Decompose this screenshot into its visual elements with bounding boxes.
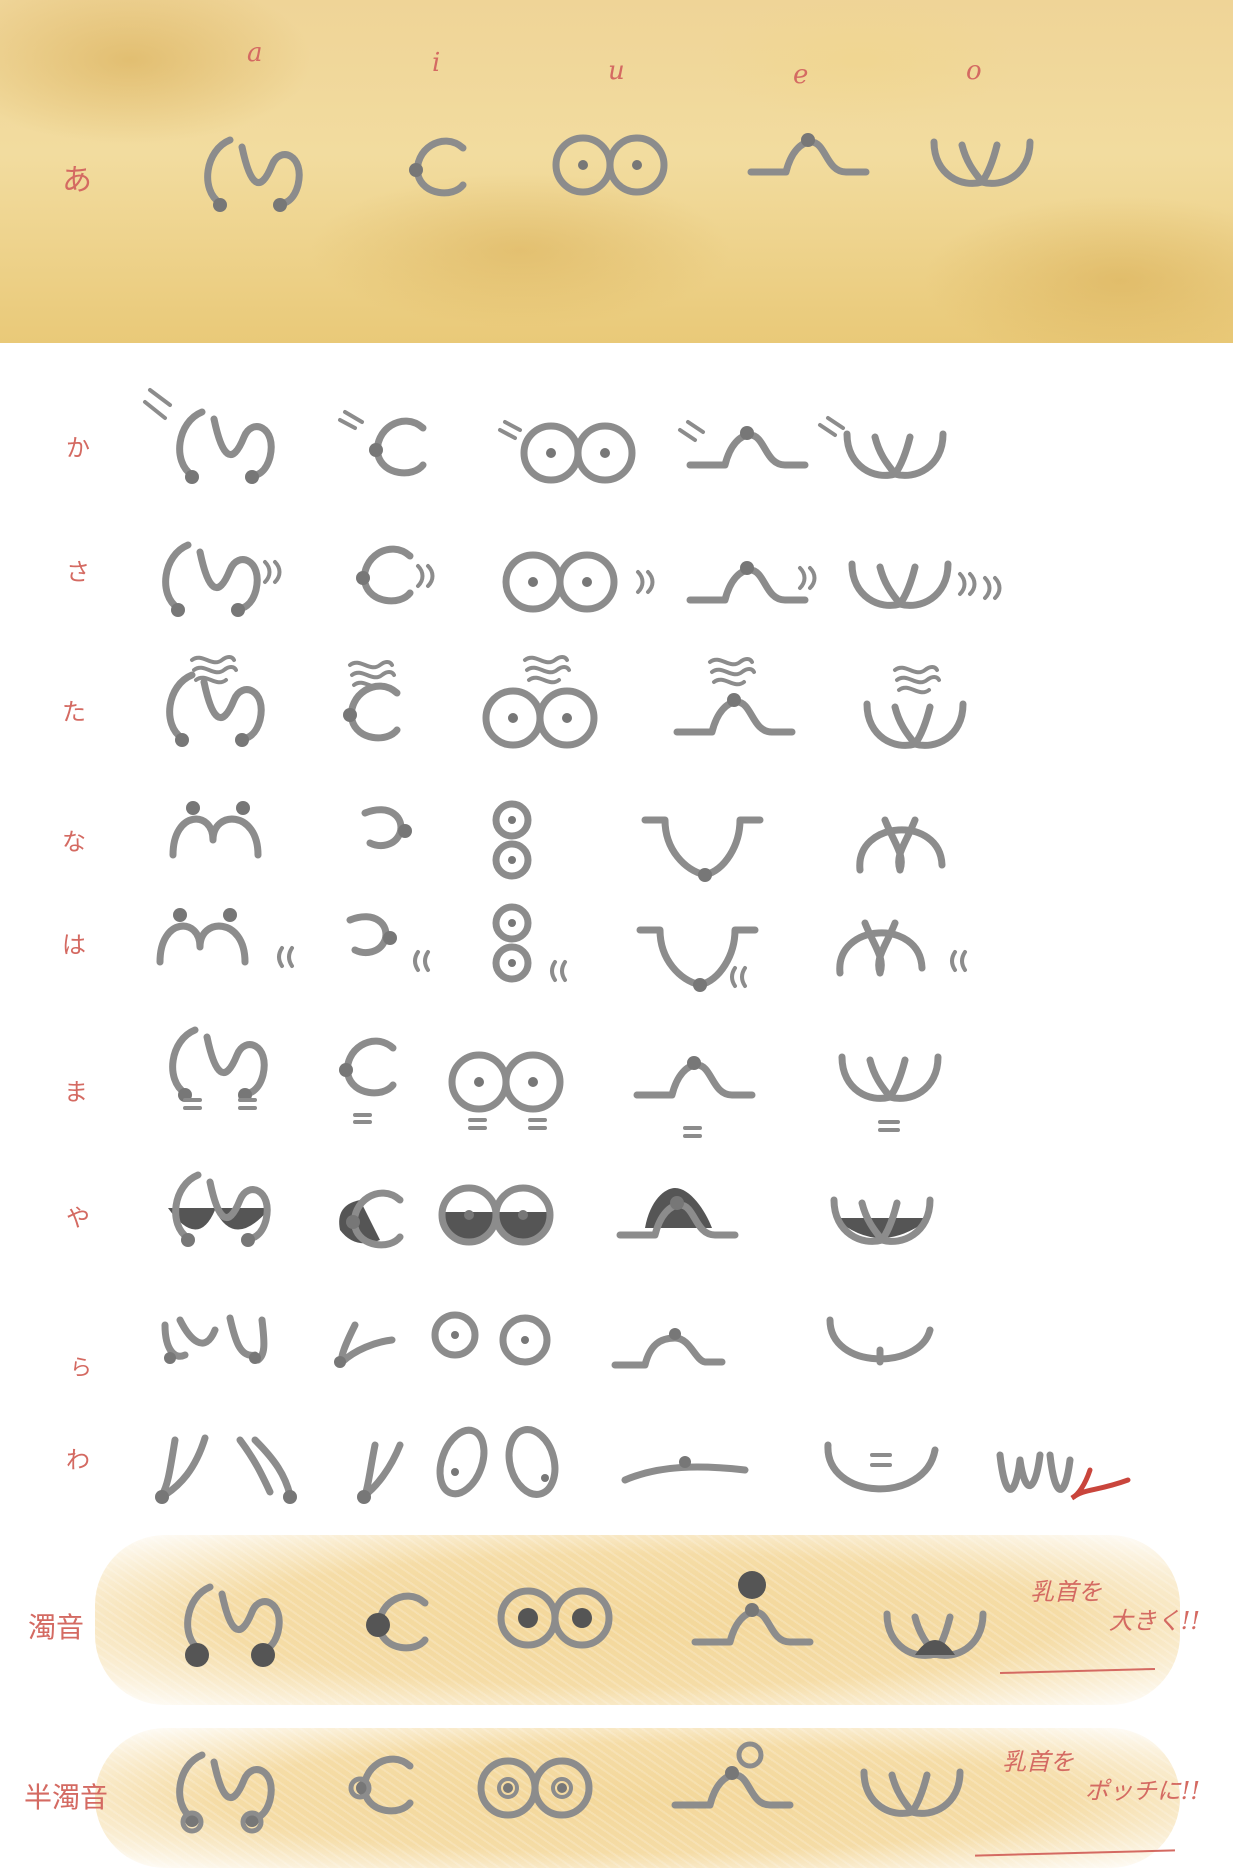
- glyph-wa-row-e: [621, 1456, 749, 1484]
- glyph-na-row-e: [645, 820, 760, 882]
- glyph-a-row-u: [556, 138, 664, 192]
- glyph-ta-row-a: [170, 655, 262, 747]
- glyph-ma-row-a: [173, 1030, 265, 1110]
- glyph-ra-row-o: [826, 1316, 934, 1366]
- glyph-wa-row-o: [824, 1441, 939, 1493]
- glyph-ka-row-e: [678, 420, 805, 465]
- glyph-ka-row-o: [818, 416, 943, 475]
- glyph-ta-row-u: [486, 655, 594, 745]
- glyph-ha-row-u: [496, 907, 567, 980]
- glyph-ha-row-a: [160, 908, 294, 968]
- glyph-na-row-i: [365, 810, 412, 846]
- glyph-ra-row-i: [334, 1321, 396, 1368]
- glyph-ta-row-e: [677, 657, 792, 732]
- glyph-dakuon-o: [887, 1614, 983, 1655]
- glyph-wa-row-n: [996, 1451, 1131, 1501]
- glyph-dakuon-a: [185, 1587, 279, 1667]
- glyph-ta-row-o: [867, 665, 963, 745]
- glyph-dakuon-e: [695, 1571, 810, 1642]
- glyph-sa-row-a: [166, 545, 282, 617]
- glyph-ma-row-i: [339, 1041, 393, 1124]
- glyph-ma-row-o: [842, 1057, 938, 1132]
- glyph-handakuon-a: [180, 1755, 272, 1834]
- glyph-ha-row-o: [840, 923, 967, 973]
- glyph-ra-row-u: [431, 1311, 551, 1366]
- glyph-handakuon-i: [348, 1759, 410, 1811]
- glyph-na-row-a: [173, 801, 258, 855]
- glyph-a-row-e: [751, 133, 866, 172]
- glyph-dakuon-i: [366, 1596, 425, 1648]
- glyph-ka-row-u: [498, 420, 632, 480]
- glyph-sa-row-e: [690, 561, 817, 600]
- glyph-ya-row-a: [168, 1175, 270, 1247]
- glyph-wa-row-a: [155, 1434, 297, 1504]
- glyph-handakuon-e: [675, 1741, 790, 1805]
- glyph-ya-row-o: [834, 1200, 930, 1241]
- glyph-ya-row-u: [442, 1188, 550, 1242]
- glyph-sa-row-o: [852, 564, 1002, 605]
- glyph-wa-row-i: [357, 1441, 404, 1504]
- glyph-ha-row-i: [350, 917, 430, 972]
- glyph-ra-row-a: [161, 1314, 268, 1364]
- glyph-a-row-o: [934, 142, 1030, 183]
- glyph-na-row-o: [860, 820, 942, 870]
- glyph-ma-row-u: [452, 1055, 560, 1130]
- glyph-ma-row-e: [637, 1056, 752, 1138]
- glyph-sa-row-u: [506, 555, 655, 609]
- glyph-a-row-a: [208, 140, 300, 212]
- glyph-dakuon-u: [501, 1591, 609, 1645]
- glyph-ta-row-i: [343, 660, 397, 738]
- glyph-ya-row-e: [620, 1188, 735, 1235]
- glyph-a-row-i: [409, 141, 463, 193]
- glyph-na-row-u: [496, 804, 528, 876]
- glyph-ha-row-e: [640, 930, 755, 992]
- glyph-ka-row-i: [338, 410, 423, 473]
- glyph-drawing-area: [143, 0, 1131, 1834]
- glyph-ra-row-e: [611, 1328, 726, 1369]
- glyph-handakuon-o: [864, 1772, 960, 1813]
- glyph-wa-row-u: [436, 1426, 559, 1498]
- glyph-ya-row-i: [339, 1193, 400, 1245]
- glyph-sa-row-i: [356, 549, 435, 601]
- glyph-ka-row-a: [143, 388, 271, 484]
- glyph-handakuon-u: [481, 1761, 589, 1815]
